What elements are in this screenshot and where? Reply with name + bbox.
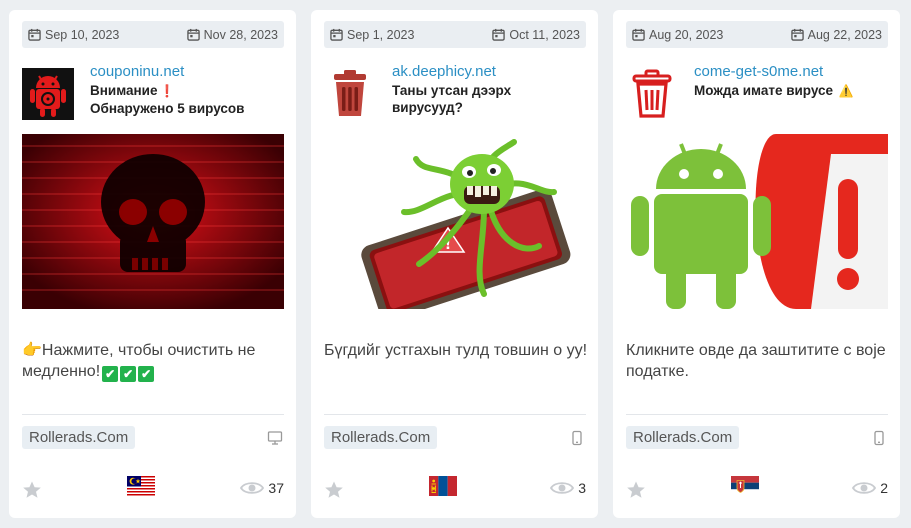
title-line: Можда имате вирусе <box>694 83 834 98</box>
star-icon[interactable] <box>22 480 42 500</box>
ad-network-badge[interactable]: Rollerads.Com <box>22 426 136 449</box>
date-range: Sep 1, 2023 Oct 11, 2023 <box>324 21 586 48</box>
last-seen-text: Oct 11, 2023 <box>509 27 580 42</box>
ad-title: Таны утсан дээрх вирусууд? <box>392 82 592 116</box>
view-count: 3 <box>550 480 586 496</box>
site-domain-link[interactable]: ak.deephicy.net <box>392 62 592 82</box>
exclamation-icon: ❗ <box>159 84 175 98</box>
star-icon[interactable] <box>626 480 646 500</box>
title-line: Внимание <box>90 83 158 98</box>
last-seen-text: Nov 28, 2023 <box>203 27 278 42</box>
divider <box>626 414 888 415</box>
date-range: Sep 10, 2023 Nov 28, 2023 <box>22 21 284 48</box>
card-footer: 2 <box>626 476 888 502</box>
views-text: 3 <box>578 480 586 496</box>
view-count: 2 <box>852 480 888 496</box>
green-virus-monster-phone-image[interactable]: ! <box>324 134 586 309</box>
android-warning-image[interactable] <box>626 134 888 309</box>
calendar-icon <box>632 28 645 41</box>
site-domain-link[interactable]: come-get-s0me.net <box>694 62 894 82</box>
ad-header: couponinu.net Внимание ❗ Обнаружено 5 вир… <box>22 62 287 122</box>
checkmark-icon: ✔ <box>138 366 155 382</box>
divider <box>324 414 586 415</box>
warning-icon: ⚠️ <box>838 84 854 98</box>
first-seen-text: Aug 20, 2023 <box>649 27 724 42</box>
android-virus-icon <box>22 68 74 120</box>
last-seen-text: Aug 22, 2023 <box>807 27 882 42</box>
ad-description: Бүгдийг устгахын тулд товшин о уу! <box>324 342 588 359</box>
ad-description: 👉Нажмите, чтобы очистить не медленно! ✔ ✔ ✔ <box>22 340 290 382</box>
last-seen-date: Oct 11, 2023 <box>492 28 580 42</box>
red-trash-bin-icon <box>632 69 672 118</box>
ad-card[interactable]: Sep 10, 2023 Nov 28, 2023 couponinu.net … <box>9 10 296 518</box>
first-seen-date: Aug 20, 2023 <box>632 28 723 42</box>
ad-card[interactable]: Sep 1, 2023 Oct 11, 2023 ak.deephicy.net… <box>311 10 598 518</box>
mobile-icon <box>874 430 884 446</box>
ad-title: Можда имате вирусе ⚠️ <box>694 82 894 100</box>
title-line: Обнаружено 5 вирусов <box>90 101 245 116</box>
calendar-icon <box>186 28 200 41</box>
card-footer: 37 <box>22 476 284 502</box>
calendar-icon <box>28 28 41 41</box>
ad-network-badge[interactable]: Rollerads.Com <box>324 426 438 449</box>
calendar-icon <box>492 28 506 41</box>
eye-icon <box>240 482 265 494</box>
views-text: 2 <box>880 480 888 496</box>
date-range: Aug 20, 2023 Aug 22, 2023 <box>626 21 888 48</box>
first-seen-date: Sep 10, 2023 <box>28 28 119 42</box>
views-text: 37 <box>268 480 284 496</box>
malaysia-flag-icon <box>127 476 155 496</box>
ad-title: Внимание ❗ Обнаружено 5 вирусов <box>90 82 290 117</box>
checkmark-icon: ✔ <box>102 366 119 382</box>
divider <box>22 414 284 415</box>
last-seen-date: Aug 22, 2023 <box>790 27 882 42</box>
red-skull-hacker-image[interactable] <box>22 134 284 309</box>
site-domain-link[interactable]: couponinu.net <box>90 62 290 82</box>
last-seen-date: Nov 28, 2023 <box>186 27 278 42</box>
trash-bin-icon <box>334 70 366 116</box>
ad-card[interactable]: Aug 20, 2023 Aug 22, 2023 come-get-s0me.… <box>613 10 900 518</box>
calendar-icon <box>790 28 804 41</box>
desktop-icon <box>267 431 283 445</box>
ad-description: Кликните овде да заштитите с воје податк… <box>626 342 886 380</box>
eye-icon <box>852 482 877 494</box>
card-footer: 3 <box>324 476 586 502</box>
view-count: 37 <box>240 480 284 496</box>
first-seen-text: Sep 1, 2023 <box>347 27 415 42</box>
ad-header: ak.deephicy.net Таны утсан дээрх вирусуу… <box>324 62 589 122</box>
first-seen-date: Sep 1, 2023 <box>330 28 414 42</box>
star-icon[interactable] <box>324 480 344 500</box>
ad-header: come-get-s0me.net Можда имате вирусе ⚠️ <box>626 62 891 122</box>
calendar-icon <box>330 28 343 41</box>
title-line: Таны утсан дээрх <box>392 83 512 98</box>
mobile-icon <box>572 430 582 446</box>
checkmark-icon: ✔ <box>120 366 137 382</box>
serbia-flag-icon <box>731 476 759 496</box>
first-seen-text: Sep 10, 2023 <box>45 27 120 42</box>
eye-icon <box>550 482 575 494</box>
ad-network-badge[interactable]: Rollerads.Com <box>626 426 740 449</box>
mongolia-flag-icon <box>429 476 457 496</box>
title-line: вирусууд? <box>392 100 463 115</box>
